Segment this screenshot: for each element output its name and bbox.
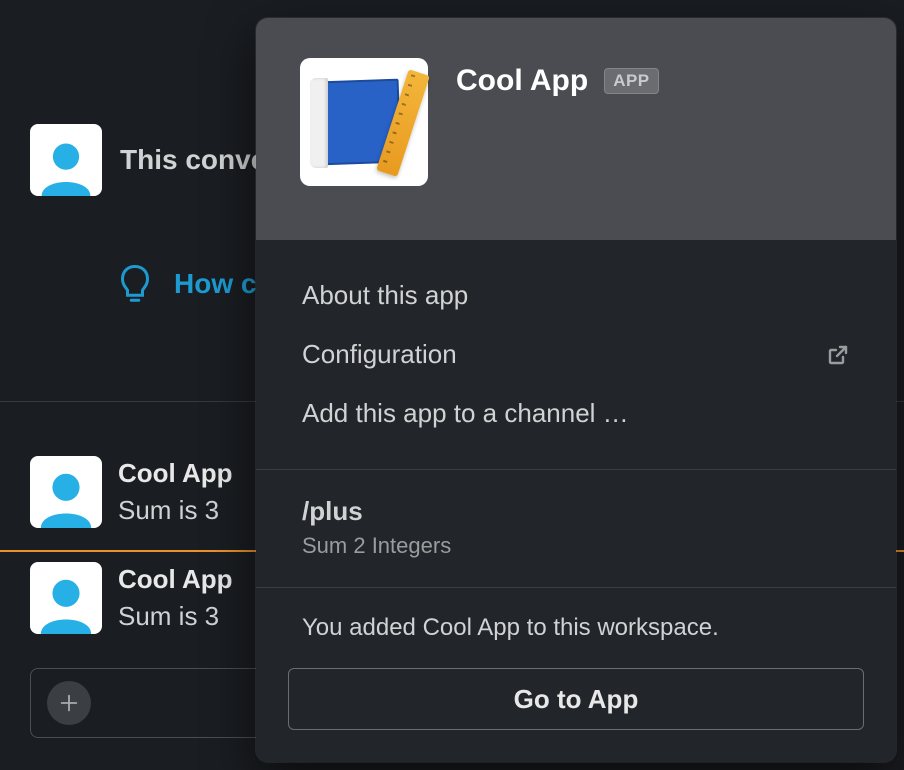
menu-item-label: About this app (302, 280, 468, 311)
command-name: /plus (302, 496, 850, 527)
message-row[interactable]: Cool App Sum is 3 (30, 562, 233, 634)
lightbulb-icon (120, 264, 150, 304)
message-avatar (30, 562, 102, 634)
separator (256, 587, 896, 588)
slash-command-block[interactable]: /plus Sum 2 Integers (256, 474, 896, 583)
message-body: Cool App Sum is 3 (118, 456, 233, 526)
person-avatar-icon (36, 136, 96, 196)
popover-menu: About this app Configuration Add this ap… (256, 240, 896, 465)
message-row[interactable]: Cool App Sum is 3 (30, 456, 233, 528)
plus-icon (58, 692, 80, 714)
message-body: Cool App Sum is 3 (118, 562, 233, 632)
conversation-intro: This conve (30, 124, 266, 196)
message-sender[interactable]: Cool App (118, 564, 233, 595)
go-to-app-wrap: Go to App (256, 650, 896, 762)
separator (256, 469, 896, 470)
app-details-popover: Cool App APP About this app Configuratio… (256, 18, 896, 762)
app-badge: APP (604, 68, 658, 94)
message-text: Sum is 3 (118, 601, 233, 632)
menu-add-to-channel[interactable]: Add this app to a channel … (256, 384, 896, 443)
added-text: You added Cool App to this workspace. (302, 614, 850, 642)
message-text: Sum is 3 (118, 495, 233, 526)
person-avatar-icon (35, 466, 97, 528)
popover-header: Cool App APP (256, 18, 896, 240)
menu-item-label: Configuration (302, 339, 457, 370)
message-avatar (30, 456, 102, 528)
menu-about-app[interactable]: About this app (256, 266, 896, 325)
app-icon (300, 58, 428, 186)
menu-item-label: Add this app to a channel … (302, 398, 629, 429)
message-sender[interactable]: Cool App (118, 458, 233, 489)
app-title: Cool App (456, 64, 588, 98)
person-avatar-icon (35, 572, 97, 634)
intro-text: This conve (120, 144, 266, 176)
added-info: You added Cool App to this workspace. (256, 592, 896, 650)
composer-plus-button[interactable] (47, 681, 91, 725)
app-title-row: Cool App APP (456, 58, 659, 98)
how-hint-text: How c (174, 268, 256, 300)
menu-configuration[interactable]: Configuration (256, 325, 896, 384)
blueprint-ruler-icon (316, 74, 412, 170)
how-hint[interactable]: How c (120, 264, 256, 304)
intro-avatar (30, 124, 102, 196)
go-to-app-button[interactable]: Go to App (288, 668, 864, 730)
command-description: Sum 2 Integers (302, 533, 850, 559)
external-link-icon (826, 343, 850, 367)
